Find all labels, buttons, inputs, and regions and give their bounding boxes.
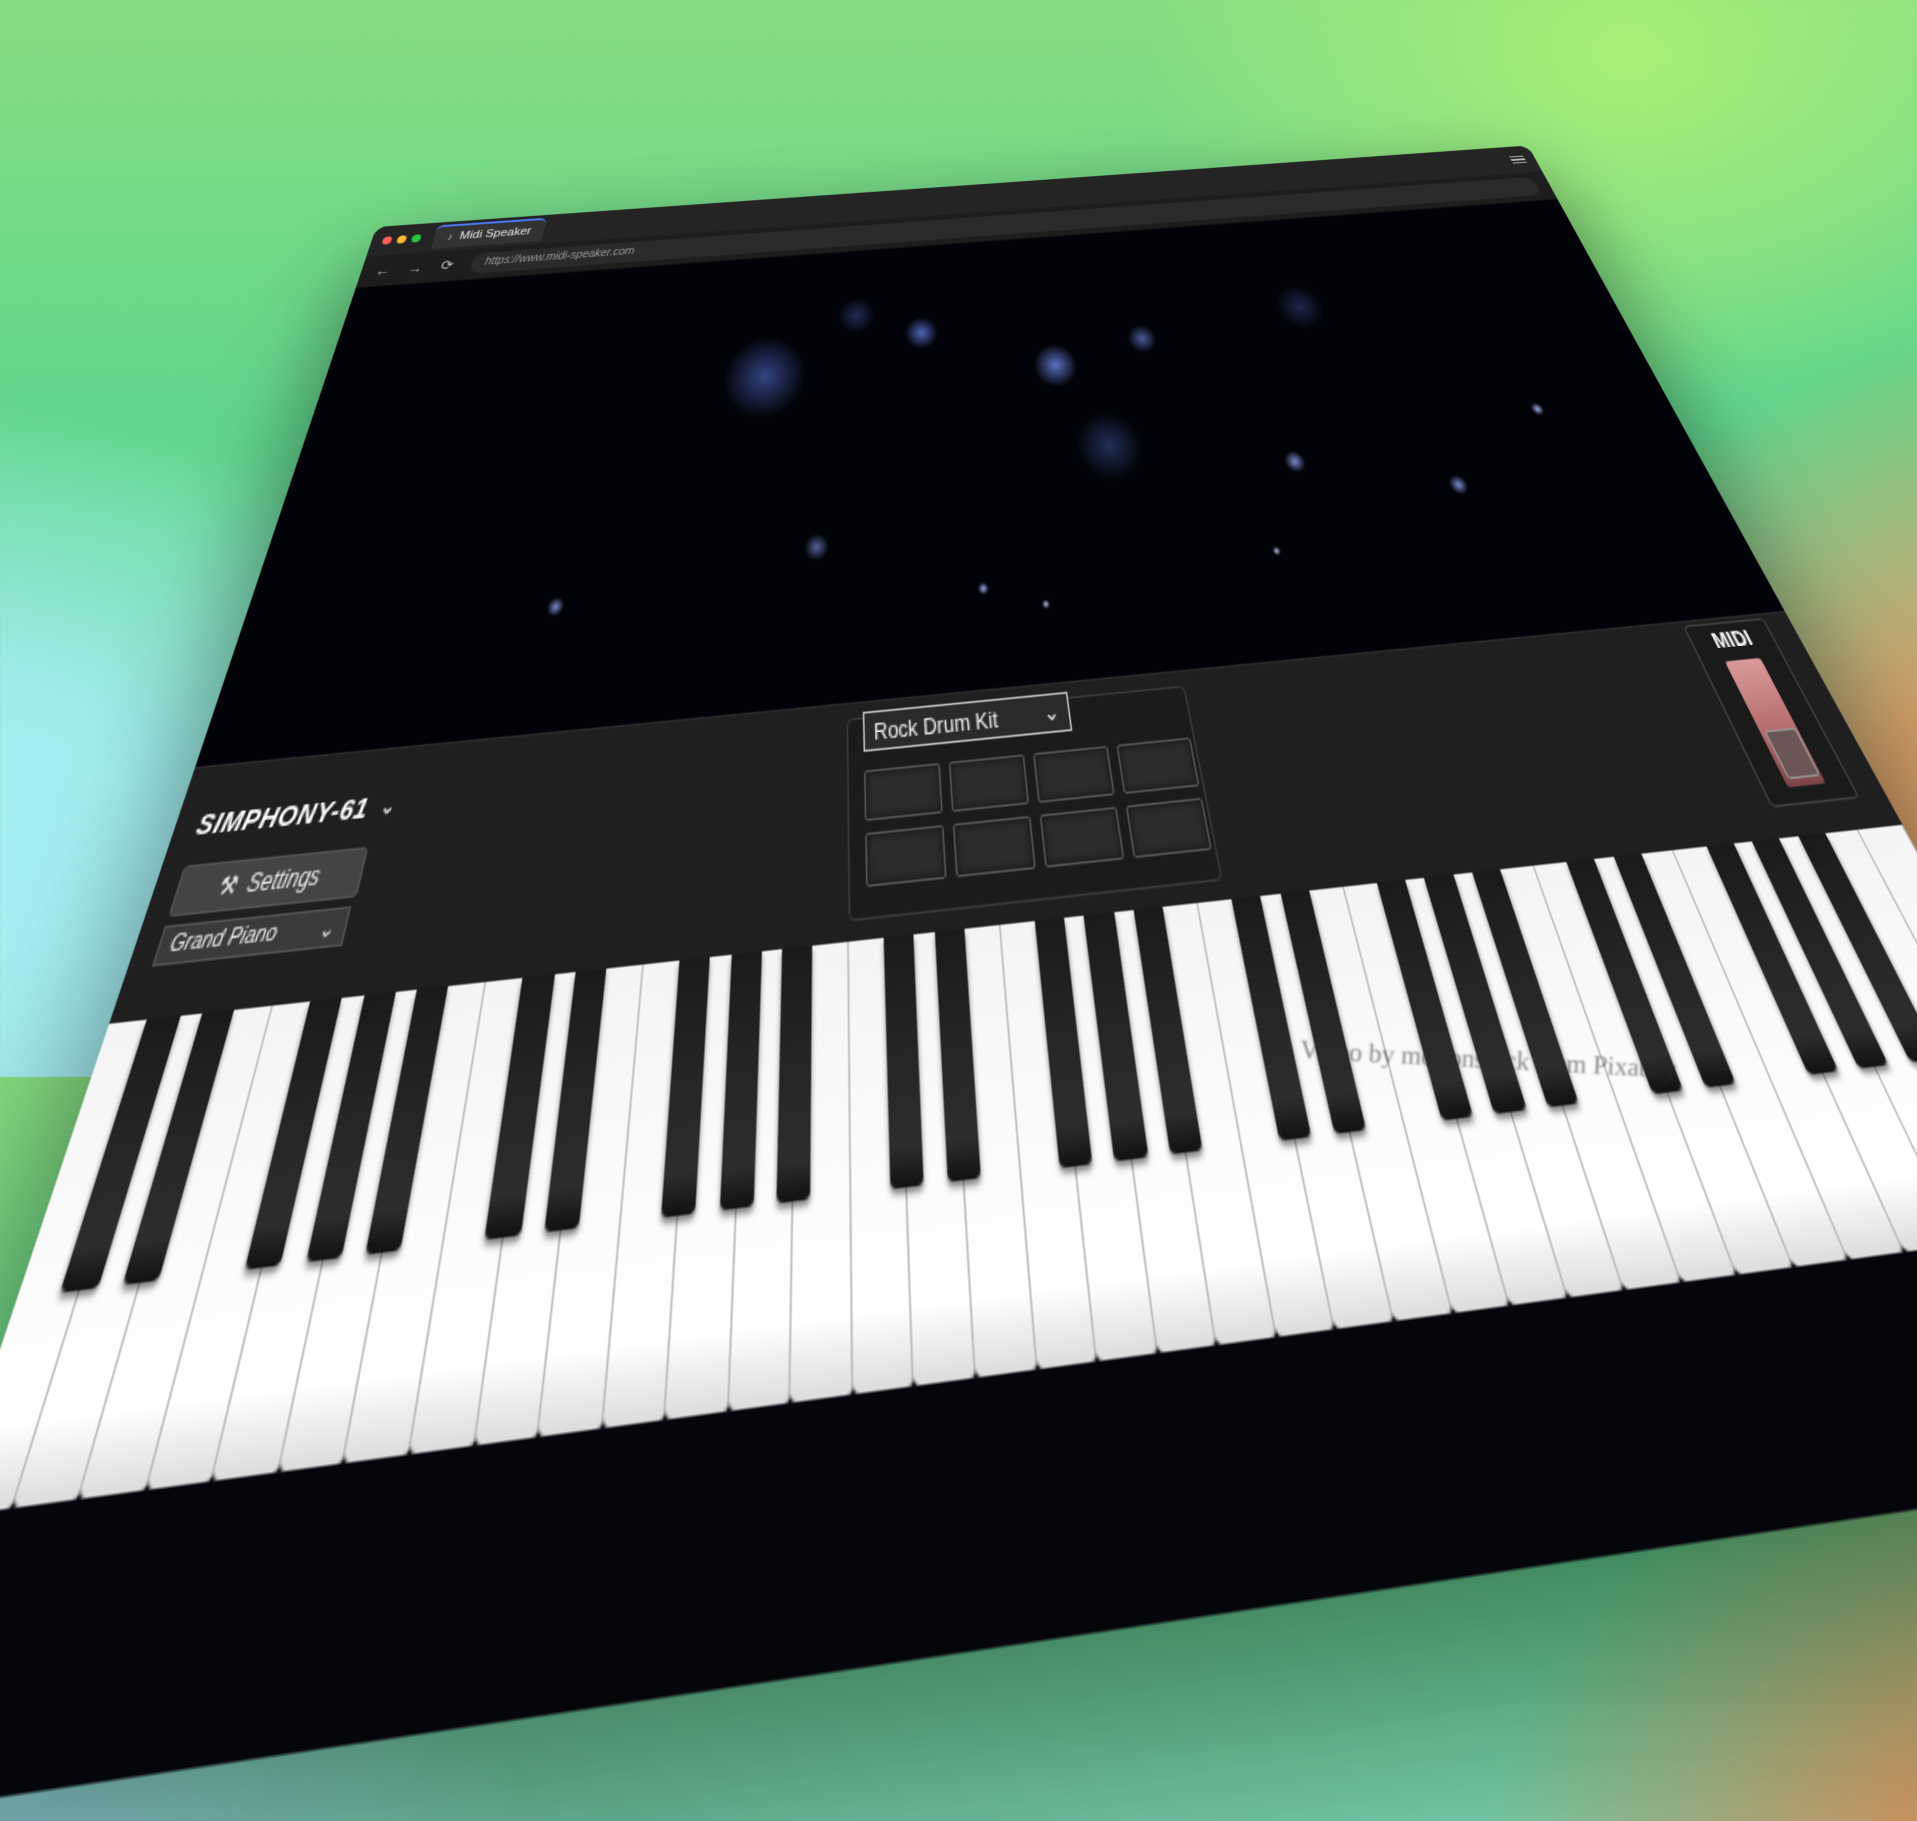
drum-pad[interactable] (952, 815, 1036, 878)
instrument-name: SIMPHONY-61 (191, 791, 373, 844)
maximize-window-button[interactable] (410, 234, 422, 243)
piano-black-key[interactable] (484, 974, 555, 1240)
drum-pad[interactable] (1032, 745, 1115, 804)
piano-black-key[interactable] (1034, 917, 1093, 1169)
instrument-selector[interactable]: SIMPHONY-61 ⌄ (192, 789, 400, 843)
browser-window: ♪ Midi Speaker ← → ⟳ https://www.midi-sp… (0, 145, 1917, 1821)
wrench-icon: ⚒ (215, 869, 243, 902)
piano-black-key[interactable] (1133, 906, 1204, 1155)
midi-panel: MIDI (1682, 618, 1860, 808)
back-button[interactable]: ← (373, 262, 394, 279)
drum-pad[interactable] (863, 762, 943, 822)
chevron-down-icon: ⌄ (315, 915, 338, 944)
piano-black-key[interactable] (718, 951, 762, 1211)
drum-pad-grid (863, 737, 1212, 888)
drum-kit-selected: Rock Drum Kit (873, 704, 999, 745)
piano-black-key[interactable] (1084, 912, 1149, 1162)
piano-black-key[interactable] (883, 934, 925, 1190)
settings-label: Settings (243, 861, 324, 899)
hamburger-menu-icon[interactable] (1509, 155, 1528, 164)
voice-selected: Grand Piano (166, 920, 281, 959)
reload-button[interactable]: ⟳ (437, 257, 457, 274)
minimize-window-button[interactable] (395, 235, 408, 244)
chevron-down-icon: ⌄ (377, 794, 399, 821)
midi-fader-handle[interactable] (1764, 727, 1821, 780)
drum-pad[interactable] (1125, 797, 1212, 859)
tab-title: Midi Speaker (458, 225, 533, 243)
drum-pad[interactable] (948, 754, 1030, 813)
drum-pad[interactable] (1116, 737, 1200, 795)
close-window-button[interactable] (381, 236, 393, 245)
page-content: SIMPHONY-61 ⌄ ⚒ Settings Grand Piano ⌄ R… (0, 199, 1917, 1821)
forward-button[interactable]: → (405, 260, 426, 276)
piano-black-key[interactable] (543, 968, 607, 1233)
drum-pad-panel: Rock Drum Kit ⌄ (846, 685, 1223, 922)
drum-kit-dropdown[interactable]: Rock Drum Kit ⌄ (862, 691, 1073, 752)
drum-pad[interactable] (1039, 806, 1125, 868)
piano-black-key[interactable] (934, 928, 982, 1183)
drum-pad[interactable] (865, 824, 947, 888)
window-controls (381, 234, 422, 245)
chevron-down-icon: ⌄ (1041, 698, 1062, 727)
midi-fader[interactable] (1724, 657, 1826, 788)
desktop-background: ♪ Midi Speaker ← → ⟳ https://www.midi-sp… (0, 0, 1917, 1821)
midi-label: MIDI (1707, 624, 1757, 654)
piano-black-key[interactable] (776, 945, 813, 1204)
music-note-icon: ♪ (445, 231, 455, 243)
piano-black-key[interactable] (660, 957, 711, 1218)
